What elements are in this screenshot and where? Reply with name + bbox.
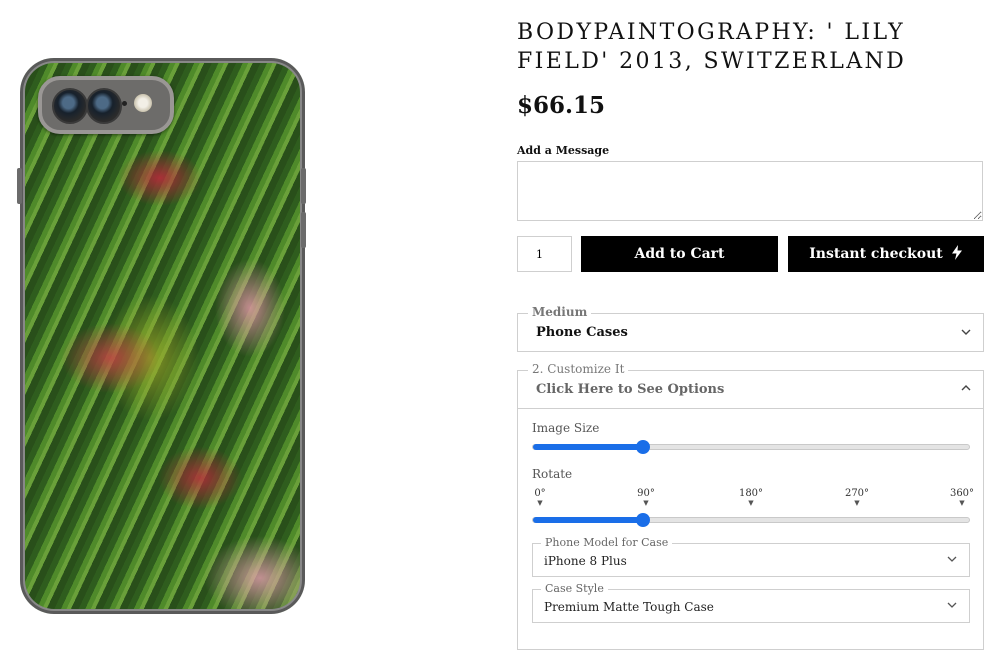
- rotate-slider-thumb[interactable]: [636, 513, 650, 527]
- add-to-cart-label: Add to Cart: [634, 246, 725, 262]
- image-size-slider[interactable]: [532, 440, 970, 454]
- customize-toggle[interactable]: Click Here to See Options: [518, 371, 983, 409]
- medium-legend: Medium: [528, 305, 592, 319]
- phone-model-legend: Phone Model for Case: [541, 536, 673, 549]
- product-preview: [0, 0, 330, 672]
- message-label: Add a Message: [517, 144, 610, 157]
- case-style-selected-value: Premium Matte Tough Case: [544, 600, 714, 614]
- rotate-label: Rotate: [532, 467, 573, 481]
- side-button: [17, 168, 22, 204]
- medium-selected-value: Phone Cases: [536, 325, 628, 340]
- rotate-tick-label: 270° ▼: [837, 488, 877, 507]
- tick-marker-icon: ▼: [643, 499, 649, 507]
- microphone-dot: [122, 101, 127, 106]
- image-size-slider-thumb[interactable]: [636, 440, 650, 454]
- instant-checkout-button[interactable]: Instant checkout: [788, 236, 984, 272]
- case-style-select[interactable]: Case Style Premium Matte Tough Case: [532, 582, 970, 623]
- rotate-tick-label: 180° ▼: [731, 488, 771, 507]
- rotate-tick-label: 360° ▼: [942, 488, 982, 507]
- phone-model-select[interactable]: Phone Model for Case iPhone 8 Plus: [532, 536, 970, 577]
- medium-select[interactable]: Medium Phone Cases: [517, 305, 984, 352]
- camera-lens-icon: [86, 88, 122, 124]
- quantity-input[interactable]: [517, 236, 572, 272]
- tick-marker-icon: ▼: [537, 499, 543, 507]
- tick-marker-icon: ▼: [854, 499, 860, 507]
- chevron-down-icon: [947, 599, 957, 612]
- add-to-cart-button[interactable]: Add to Cart: [581, 236, 778, 272]
- camera-bump: [38, 76, 174, 134]
- chevron-down-icon: [961, 325, 971, 339]
- phone-model-selected-value: iPhone 8 Plus: [544, 554, 627, 568]
- chevron-up-icon: [961, 381, 971, 395]
- rotate-tick-label: 90° ▼: [626, 488, 666, 507]
- tick-marker-icon: ▼: [748, 499, 754, 507]
- instant-checkout-label: Instant checkout: [809, 246, 943, 262]
- lightning-bolt-icon: [951, 244, 963, 264]
- product-price: $66.15: [517, 92, 606, 119]
- rotate-slider[interactable]: [532, 513, 970, 527]
- camera-lens-icon: [52, 88, 88, 124]
- tick-marker-icon: ▼: [959, 499, 965, 507]
- rotate-tick-label: 0° ▼: [520, 488, 560, 507]
- side-button: [301, 212, 306, 248]
- case-style-legend: Case Style: [541, 582, 608, 595]
- side-button: [301, 168, 306, 204]
- customize-toggle-label: Click Here to See Options: [536, 382, 725, 397]
- chevron-down-icon: [947, 553, 957, 566]
- message-textarea[interactable]: [517, 161, 983, 221]
- flash-icon: [134, 94, 152, 112]
- rotate-slider-fill: [533, 517, 643, 523]
- image-size-label: Image Size: [532, 421, 600, 435]
- customize-panel: 2. Customize It Click Here to See Option…: [517, 362, 984, 650]
- image-size-slider-fill: [533, 444, 643, 450]
- product-title: BODYPAINTOGRAPHY: ' LILY FIELD' 2013, SW…: [517, 20, 907, 74]
- phone-case-image: [20, 58, 305, 614]
